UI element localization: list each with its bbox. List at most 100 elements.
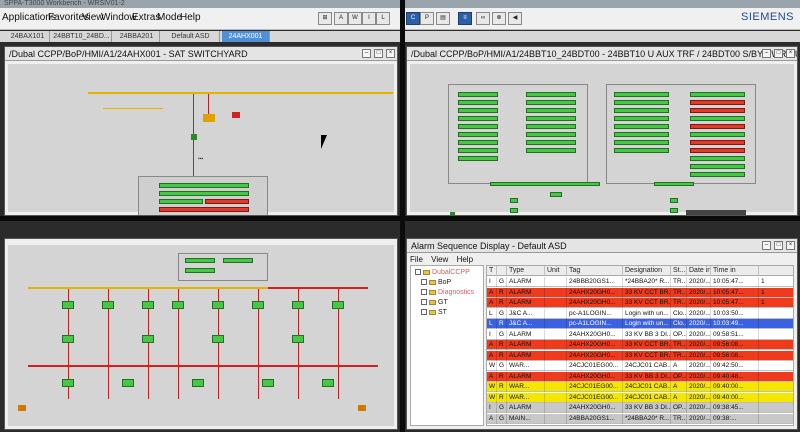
tab-24bbt10[interactable]: 24BBT10_24BD...: [52, 31, 112, 42]
indicator[interactable]: [526, 116, 576, 121]
toolbar-w-icon[interactable]: W: [348, 12, 362, 25]
indicator[interactable]: [614, 148, 669, 153]
tree-node[interactable]: Diagnostics: [421, 289, 474, 296]
tab-24bax101[interactable]: 24BAX101: [6, 31, 50, 42]
indicator[interactable]: [690, 156, 745, 161]
equipment-block[interactable]: [212, 301, 224, 309]
equipment-block[interactable]: [332, 301, 344, 309]
equipment-block[interactable]: [62, 335, 74, 343]
equipment-block[interactable]: [62, 301, 74, 309]
minimize-icon[interactable]: –: [762, 49, 771, 58]
speaker-icon[interactable]: ◀: [508, 12, 522, 25]
menu-help[interactable]: Help: [457, 255, 473, 264]
toolbar-l-icon[interactable]: L: [376, 12, 390, 25]
table-row[interactable]: L G J&C A... pc-A1LOGIN... Login with un... C…: [487, 308, 793, 319]
indicator[interactable]: [614, 140, 669, 145]
indicator[interactable]: [458, 156, 498, 161]
indicator[interactable]: [690, 124, 745, 129]
indicator[interactable]: [185, 268, 215, 273]
indicator[interactable]: [690, 132, 745, 137]
maximize-icon[interactable]: □: [774, 241, 783, 250]
col-header[interactable]: [497, 266, 507, 276]
close-icon[interactable]: ×: [786, 241, 795, 250]
nav-button[interactable]: [358, 405, 366, 411]
tree-node[interactable]: BoP: [421, 279, 451, 286]
equipment-block[interactable]: [142, 301, 154, 309]
menu-view[interactable]: View: [431, 255, 448, 264]
indicator[interactable]: [458, 108, 498, 113]
indicator[interactable]: [526, 92, 576, 97]
nav-button[interactable]: [18, 405, 26, 411]
indicator[interactable]: [526, 100, 576, 105]
equipment-block[interactable]: [102, 301, 114, 309]
indicator[interactable]: [690, 108, 745, 113]
indicator[interactable]: [690, 100, 745, 105]
network-icon[interactable]: ⊞: [318, 12, 332, 25]
indicator[interactable]: [458, 116, 498, 121]
breaker-symbol[interactable]: [203, 114, 215, 122]
indicator[interactable]: [690, 140, 745, 145]
indicator[interactable]: [458, 100, 498, 105]
indicator[interactable]: [614, 100, 669, 105]
tree-node[interactable]: GT: [421, 299, 448, 306]
indicator[interactable]: [614, 124, 669, 129]
chain-icon[interactable]: ⊗: [492, 12, 506, 25]
tab-24ahx001[interactable]: 24AHX001: [222, 31, 270, 42]
tab-24bba201[interactable]: 24BBA201: [114, 31, 160, 42]
equipment-block[interactable]: [142, 335, 154, 343]
table-row[interactable]: A R ALARM 24AHX20GH0... 33 KV CCT BR... TR...…: [487, 298, 793, 308]
checkbox-icon[interactable]: [421, 299, 427, 306]
indicator[interactable]: [690, 172, 745, 177]
status-ok[interactable]: [159, 191, 249, 196]
table-row[interactable]: A R ALARM 24AHX20GH0... 33 KV CCT BR... TR...…: [487, 340, 793, 350]
indicator[interactable]: [690, 116, 745, 121]
table-row[interactable]: L R J&C A... pc-A1LOGIN... Login with un... C…: [487, 319, 793, 329]
equipment-block[interactable]: [292, 301, 304, 309]
col-header[interactable]: [759, 266, 793, 276]
indicator[interactable]: [654, 182, 694, 186]
equipment-block[interactable]: [172, 301, 184, 309]
indicator[interactable]: [458, 140, 498, 145]
toolbar-asd-icon[interactable]: ≡: [458, 12, 472, 25]
menu-file[interactable]: File: [410, 255, 423, 264]
menu-help[interactable]: Help: [180, 12, 201, 23]
indicator[interactable]: [526, 124, 576, 129]
equipment-block[interactable]: [322, 379, 334, 387]
equipment-block[interactable]: [212, 335, 224, 343]
col-header[interactable]: St...: [671, 266, 687, 276]
toolbar-db-icon[interactable]: ▤: [436, 12, 450, 25]
indicator[interactable]: [670, 198, 678, 203]
indicator[interactable]: [550, 192, 562, 197]
indicator[interactable]: [185, 258, 215, 263]
equipment-block[interactable]: [122, 379, 134, 387]
col-header[interactable]: T: [487, 266, 497, 276]
indicator[interactable]: [670, 208, 678, 213]
indicator[interactable]: [614, 116, 669, 121]
status-ok[interactable]: [159, 199, 203, 204]
table-row[interactable]: W R WAR... 24CJC01EG00... 24CJC01 CAB... A 202…: [487, 392, 793, 403]
indicator[interactable]: [510, 208, 518, 213]
toolbar-com-icon[interactable]: C: [406, 12, 420, 25]
status-ok[interactable]: [159, 183, 249, 188]
table-row[interactable]: A R ALARM 24AHX20GH0... 33 KV BB 3 DI... OP..…: [487, 371, 793, 382]
checkbox-icon[interactable]: [421, 309, 427, 316]
checkbox-icon[interactable]: [421, 289, 427, 296]
equipment-block[interactable]: [62, 379, 74, 387]
indicator[interactable]: [526, 148, 576, 153]
indicator[interactable]: [614, 132, 669, 137]
table-row[interactable]: W G WAR... 24CJC01EG00... 24CJC01 CAB... A 202…: [487, 361, 793, 371]
status-trip[interactable]: [159, 207, 249, 212]
indicator[interactable]: [526, 132, 576, 137]
equipment-block[interactable]: [262, 379, 274, 387]
indicator[interactable]: [690, 92, 745, 97]
equipment-block[interactable]: [252, 301, 264, 309]
table-row[interactable]: A G MAIN... 24BBA20GS1... *24BBA20* R... TR..…: [487, 413, 793, 424]
col-header[interactable]: Type: [507, 266, 545, 276]
minimize-icon[interactable]: –: [362, 49, 371, 58]
menu-mode[interactable]: Mode: [157, 12, 182, 23]
indicator[interactable]: [510, 198, 518, 203]
equipment-block[interactable]: [292, 335, 304, 343]
table-row[interactable]: W R WAR... 24CJC01EG00... 24CJC01 CAB... A 202…: [487, 382, 793, 392]
indicator[interactable]: [458, 124, 498, 129]
table-row[interactable]: A R ALARM 24AHX20GH0... 33 KV CCT BR... TR...…: [487, 350, 793, 361]
